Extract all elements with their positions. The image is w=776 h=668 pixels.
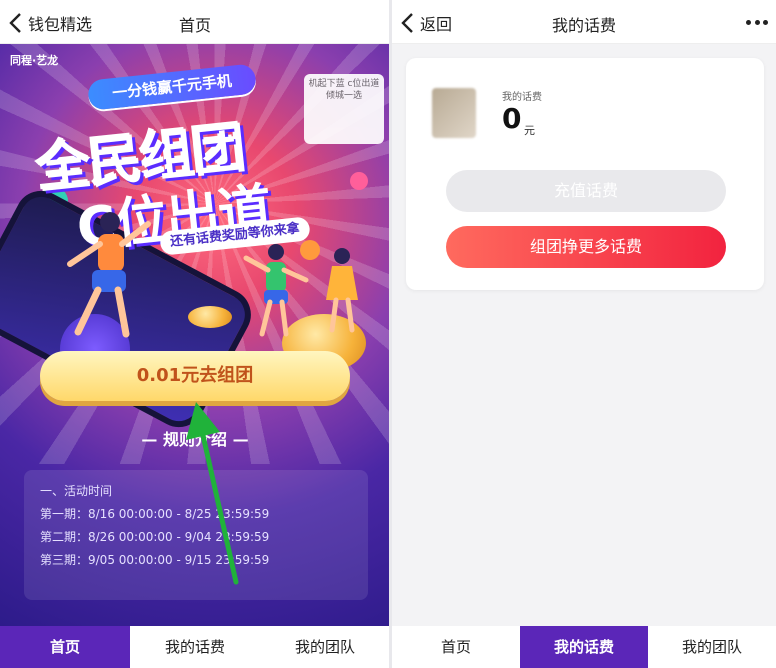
recharge-button[interactable]: 充值话费 — [446, 170, 726, 212]
balance-label: 我的话费 — [502, 92, 542, 103]
brand-logo: 同程·艺龙 — [10, 54, 59, 67]
page-title: 我的话费 — [551, 16, 616, 35]
top-nav-bar: 返回 我的话费 — [392, 0, 776, 44]
bottom-tab-bar: 首页 我的话费 我的团队 — [0, 626, 390, 668]
tab-my-team[interactable]: 我的团队 — [648, 626, 776, 668]
corner-ad[interactable]: 机起下蓝 c位出道 倾城一选 — [304, 74, 384, 144]
screenshot-root: 钱包精选 首页 同程·艺龙 机起下蓝 c位出道 倾城一选 一分钱赢千元手机 全民… — [0, 0, 776, 668]
bottom-tab-bar: 首页 我的话费 我的团队 — [392, 626, 776, 668]
balance-value: 0 — [502, 102, 522, 135]
dancer-figure-icon — [67, 212, 151, 338]
tab-my-credit[interactable]: 我的话费 — [130, 626, 260, 668]
avatar — [432, 88, 476, 138]
tab-my-credit[interactable]: 我的话费 — [520, 626, 648, 668]
my-credit-screen: 返回 我的话费 我的话费 0 元 充值话费 组团挣更多话费 首页 我的话费 我的… — [392, 0, 776, 668]
tab-my-team[interactable]: 我的团队 — [260, 626, 390, 668]
dancer-figure-icon — [243, 244, 309, 337]
group-earn-button[interactable]: 组团挣更多话费 — [446, 226, 726, 268]
dancer-figure-icon — [326, 248, 358, 333]
balance-unit: 元 — [524, 124, 535, 137]
tab-home[interactable]: 首页 — [392, 626, 520, 668]
tab-home[interactable]: 首页 — [0, 626, 130, 668]
balance-card: 我的话费 0 元 充值话费 组团挣更多话费 — [406, 58, 764, 290]
coin-illustration — [188, 306, 232, 328]
top-nav-bar: 钱包精选 首页 — [0, 0, 390, 44]
page-title: 首页 — [178, 16, 211, 35]
more-options-icon[interactable] — [746, 10, 768, 34]
decor-orb — [350, 172, 368, 190]
green-arrow-annotation-icon — [186, 402, 239, 585]
home-screen: 钱包精选 首页 同程·艺龙 机起下蓝 c位出道 倾城一选 一分钱赢千元手机 全民… — [0, 0, 390, 668]
